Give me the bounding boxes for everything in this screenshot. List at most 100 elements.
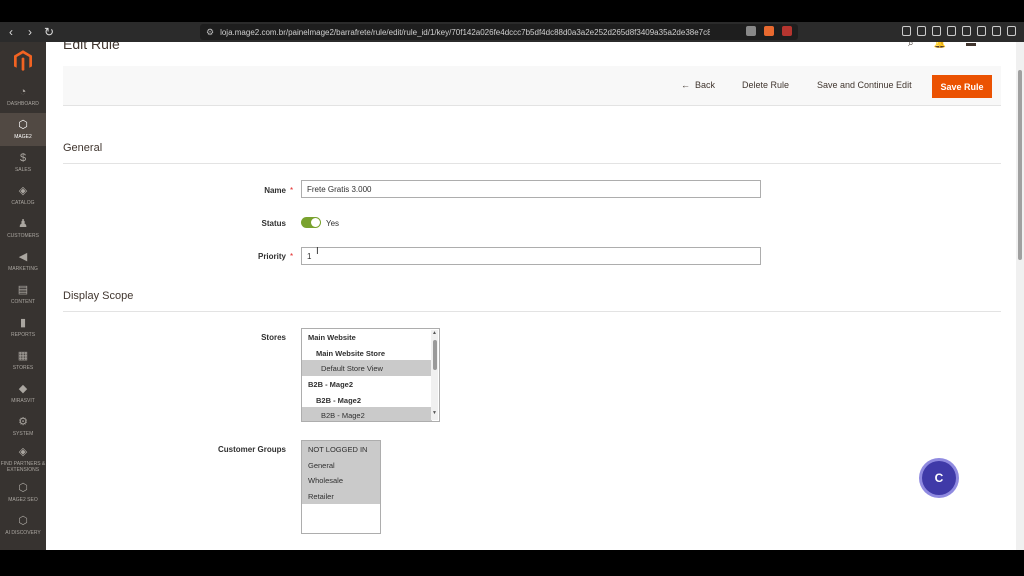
required-marker: *: [290, 186, 294, 195]
site-info-icon[interactable]: ⚙: [206, 27, 214, 38]
puzzle-icon[interactable]: [932, 26, 941, 36]
vpn-icon[interactable]: [992, 26, 1001, 36]
sidebar-item-mage2[interactable]: ⬡ MAGE2: [0, 113, 46, 146]
sidebar-item-label: AI DISCOVERY: [5, 530, 41, 536]
sidebar-item-catalog[interactable]: ◈ CATALOG: [0, 179, 46, 212]
divider: [63, 311, 1001, 312]
sidebar-item-reports[interactable]: ▮ REPORTS: [0, 311, 46, 344]
chat-widget-button[interactable]: C: [922, 461, 956, 495]
translate-icon[interactable]: [746, 26, 756, 36]
store-option[interactable]: B2B - Mage2: [302, 392, 432, 408]
status-label: Status: [261, 219, 286, 228]
menu-icon[interactable]: [1007, 26, 1016, 36]
person-icon: ♟: [18, 218, 28, 230]
sidebar-item-system[interactable]: ⚙ SYSTEM: [0, 410, 46, 443]
stores-scrollbar[interactable]: ▲ ▼: [431, 330, 438, 420]
dollar-icon: $: [19, 152, 27, 164]
scroll-down-icon[interactable]: ▼: [431, 410, 438, 416]
sidebar-item-mirasvit[interactable]: ◆ MIRASVIT: [0, 377, 46, 410]
customer-group-option[interactable]: General: [302, 456, 380, 473]
layout-icon: ▤: [17, 284, 29, 296]
back-label: Back: [695, 80, 716, 90]
customer-groups-multiselect[interactable]: NOT LOGGED IN General Wholesale Retailer: [301, 440, 381, 534]
gear-icon: ⚙: [18, 416, 28, 428]
name-label: Name: [264, 186, 286, 195]
sidebar-item-find-partners-extensions[interactable]: ◈ FIND PARTNERS & EXTENSIONS: [0, 443, 46, 476]
sidebar-item-label: STORES: [12, 365, 34, 371]
page-actions: ← Back Delete Rule Save and Continue Edi…: [63, 66, 1001, 106]
sidebar-item-label: MAGE2 SEO: [8, 497, 38, 503]
extension-icon[interactable]: [902, 26, 911, 36]
store-option[interactable]: Default Store View: [302, 360, 432, 377]
customer-groups-label: Customer Groups: [217, 445, 286, 454]
store-option[interactable]: B2B - Mage2: [302, 376, 432, 392]
main-content: Edit Rule ⌕ 🔔 ▬ ← Back Delete Rule Save …: [46, 42, 1016, 550]
sidebar-item-content[interactable]: ▤ CONTENT: [0, 278, 46, 311]
save-rule-button[interactable]: Save Rule: [932, 75, 992, 98]
customer-group-option[interactable]: Wholesale: [302, 472, 380, 489]
address-bar[interactable]: ⚙ loja.mage2.com.br/painelmage2/barrafre…: [200, 24, 798, 40]
store-option[interactable]: Main Website Store: [302, 345, 432, 361]
sidebar-item-label: DASHBOARD: [7, 101, 39, 107]
required-marker: *: [290, 252, 294, 261]
delete-rule-button[interactable]: Delete Rule: [742, 80, 789, 90]
forward-arrow-icon[interactable]: ›: [22, 25, 38, 39]
search-icon[interactable]: ⌕: [908, 42, 914, 49]
scroll-up-icon[interactable]: ▲: [431, 330, 438, 336]
sidebar-item-ai-discovery[interactable]: ⬡ AI DISCOVERY: [0, 509, 46, 542]
store-icon: ▦: [17, 350, 29, 362]
sidebar-item-label: CONTENT: [10, 299, 36, 305]
box-icon: ◈: [18, 185, 28, 197]
brave-shield-icon[interactable]: [764, 26, 774, 36]
back-button[interactable]: ← Back: [681, 80, 715, 90]
sidebar-item-label: MAGE2: [14, 134, 32, 140]
sidebar-item-label: FIND PARTNERS & EXTENSIONS: [0, 461, 46, 473]
dashboard-icon: ◔: [19, 86, 27, 98]
sidebar-item-stores[interactable]: ▦ STORES: [0, 344, 46, 377]
priority-label: Priority: [257, 252, 286, 261]
magento-logo[interactable]: [0, 42, 46, 80]
diamond-icon: ◆: [18, 383, 28, 395]
status-value: Yes: [326, 219, 340, 228]
toggle-knob: [311, 218, 320, 227]
screen: ‹ › ↻ ⚙ loja.mage2.com.br/painelmage2/ba…: [0, 0, 1024, 576]
customer-group-option[interactable]: NOT LOGGED IN: [302, 441, 380, 457]
sidebar-item-mage2-seo[interactable]: ⬡ MAGE2 SEO: [0, 476, 46, 509]
sidebar-item-dashboard[interactable]: ◔ DASHBOARD: [0, 80, 46, 113]
url-text: loja.mage2.com.br/painelmage2/barrafrete…: [220, 27, 711, 37]
reload-icon[interactable]: ↻: [41, 25, 57, 39]
hexagon-icon: ⬡: [18, 482, 28, 494]
sidebar-item-marketing[interactable]: ◀ MARKETING: [0, 245, 46, 278]
sidebar-item-customers[interactable]: ♟ CUSTOMERS: [0, 212, 46, 245]
scroll-thumb[interactable]: [433, 340, 437, 370]
store-option[interactable]: Main Website: [302, 329, 432, 345]
user-menu-icon[interactable]: ▬: [966, 42, 976, 49]
sidebar-item-sales[interactable]: $ SALES: [0, 146, 46, 179]
divider: [63, 163, 1001, 164]
megaphone-icon: ◀: [18, 251, 28, 263]
page-scroll-thumb[interactable]: [1018, 70, 1022, 260]
stores-multiselect[interactable]: Main Website Main Website Store Default St…: [301, 328, 440, 422]
admin-sidebar: ◔ DASHBOARD ⬡ MAGE2 $ SALES ◈ CATALOG ♟ CUSTOMERS…: [0, 42, 46, 550]
save-continue-button[interactable]: Save and Continue Edit: [817, 80, 912, 90]
status-toggle[interactable]: [301, 217, 321, 228]
wallet-icon[interactable]: [962, 26, 971, 36]
priority-input[interactable]: 1: [301, 247, 761, 265]
extension-icon[interactable]: [917, 26, 926, 36]
page-scrollbar[interactable]: [1016, 42, 1024, 550]
sidebar-item-label: CUSTOMERS: [7, 233, 39, 239]
section-general-title: General: [63, 142, 103, 154]
stores-label: Stores: [261, 333, 286, 342]
leo-icon[interactable]: [977, 26, 986, 36]
rewards-icon[interactable]: [782, 26, 792, 36]
back-arrow-icon[interactable]: ‹: [3, 25, 19, 39]
name-input[interactable]: Frete Gratis 3.000: [301, 180, 761, 198]
notifications-icon[interactable]: 🔔: [934, 42, 946, 49]
sidebar-icon[interactable]: [947, 26, 956, 36]
sidebar-item-label: REPORTS: [10, 332, 36, 338]
section-display-scope-title: Display Scope: [63, 290, 134, 302]
customer-group-option[interactable]: Retailer: [302, 488, 380, 504]
browser-toolbar: ‹ › ↻ ⚙ loja.mage2.com.br/painelmage2/ba…: [0, 22, 1024, 42]
store-option[interactable]: B2B - Mage2: [302, 407, 432, 421]
page-title: Edit Rule: [63, 42, 120, 52]
